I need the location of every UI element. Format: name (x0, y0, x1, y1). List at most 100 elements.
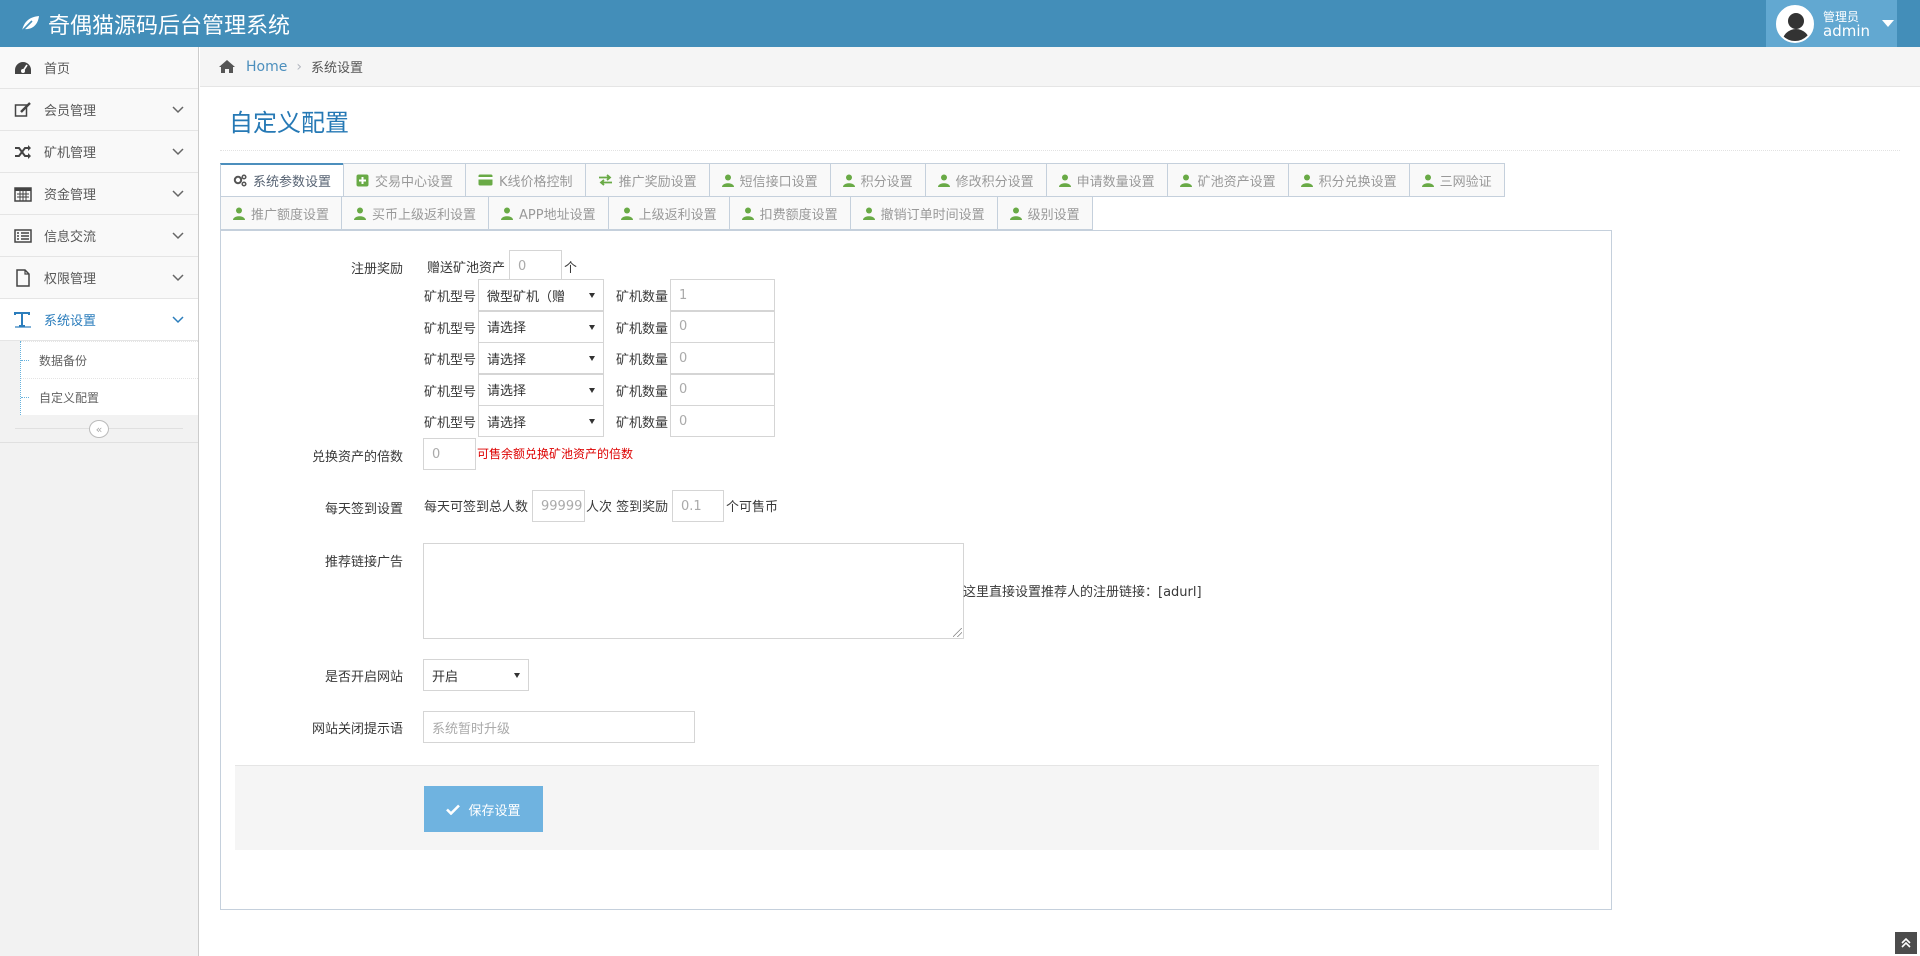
machine-count-input[interactable]: 0 (670, 310, 775, 343)
tab-r2-6[interactable]: 级别设置 (996, 196, 1093, 230)
save-button[interactable]: 保存设置 (424, 786, 543, 832)
sidebar-item-label: 系统设置 (44, 314, 97, 329)
machine-model-select[interactable]: 请选择 (478, 310, 604, 343)
cogs-icon (233, 174, 247, 187)
machine-count-input[interactable]: 1 (670, 279, 775, 311)
referral-ad-hint: 这里直接设置推荐人的注册链接：[adurl] (963, 585, 1202, 600)
dashboard-icon (12, 60, 34, 76)
resize-grip-icon[interactable] (953, 628, 962, 637)
tab-r2-2[interactable]: APP地址设置 (488, 196, 609, 230)
user-name: admin (1823, 21, 1870, 40)
page-title: 自定义配置 (229, 109, 349, 137)
breadcrumb: Home › 系统设置 (200, 47, 1920, 87)
machine-model-value: 微型矿机（赠 (487, 289, 566, 305)
sidebar-item-permissions[interactable]: 权限管理 (0, 257, 198, 299)
dropdown-arrow-icon (589, 387, 595, 393)
user-icon (1421, 174, 1434, 187)
chevron-down-icon (172, 313, 184, 328)
machine-model-select[interactable]: 请选择 (478, 342, 604, 374)
machine-model-select[interactable]: 微型矿机（赠 (478, 279, 604, 311)
chevron-down-icon (172, 271, 184, 286)
tab-label: 撤销订单时间设置 (880, 207, 985, 223)
tab-label: 申请数量设置 (1076, 174, 1155, 190)
close-message-input[interactable]: 系统暂时升级 (423, 711, 695, 743)
machine-model-value: 请选择 (487, 321, 527, 336)
tab-r1-7[interactable]: 申请数量设置 (1045, 163, 1168, 197)
text-icon (12, 311, 34, 328)
gift-label: 赠送矿池资产 (427, 261, 506, 276)
user-icon (233, 207, 245, 220)
exchange-multiple-hint: 可售余额兑换矿池资产的倍数 (477, 447, 634, 461)
tab-r1-10[interactable]: 三网验证 (1408, 163, 1505, 197)
caret-down-icon (1882, 20, 1894, 27)
sidebar-item-miners[interactable]: 矿机管理 (0, 131, 198, 173)
double-chevron-left-icon[interactable]: « (89, 420, 109, 438)
save-button-label: 保存设置 (468, 803, 521, 819)
machine-count-input[interactable]: 0 (670, 373, 775, 406)
gift-assets-input[interactable]: 0 (509, 250, 562, 282)
machine-model-label: 矿机型号 (424, 416, 477, 431)
tab-r1-9[interactable]: 积分兑换设置 (1287, 163, 1410, 197)
sidebar-item-home[interactable]: 首页 (0, 47, 198, 89)
user-icon (1300, 174, 1313, 187)
referral-ad-textarea[interactable] (423, 543, 964, 639)
tab-label: APP地址设置 (519, 207, 596, 223)
breadcrumb-home-link[interactable]: Home (246, 59, 287, 75)
dropdown-arrow-icon (589, 293, 595, 298)
checkin-total-input[interactable]: 99999 (532, 490, 585, 522)
tab-r2-0[interactable]: 推广额度设置 (220, 196, 343, 230)
exchange-multiple-label: 兑换资产的倍数 (311, 450, 403, 465)
machine-count-input[interactable]: 0 (670, 342, 775, 374)
brand[interactable]: 奇偶猫源码后台管理系统 (20, 0, 290, 47)
machine-count-input[interactable]: 0 (670, 405, 775, 437)
tab-r1-2[interactable]: K线价格控制 (465, 163, 586, 197)
tab-r2-1[interactable]: 买币上级返利设置 (341, 196, 490, 230)
machine-count-label: 矿机数量 (616, 416, 669, 431)
tab-r2-5[interactable]: 撤销订单时间设置 (849, 196, 998, 230)
tab-r1-4[interactable]: 短信接口设置 (708, 163, 831, 197)
check-icon (446, 804, 461, 815)
machine-model-select[interactable]: 请选择 (478, 373, 604, 406)
tab-label: 系统参数设置 (253, 175, 332, 190)
tab-r1-5[interactable]: 积分设置 (829, 163, 926, 197)
gift-unit: 个 (564, 261, 578, 276)
tab-label: 买币上级返利设置 (372, 207, 477, 223)
scroll-to-top-button[interactable] (1895, 932, 1917, 954)
sidebar-item-funds[interactable]: 资金管理 (0, 173, 198, 215)
checkin-mid: 人次 签到奖励 (586, 500, 669, 515)
random-icon (12, 144, 34, 160)
sidebar-subitem-backup[interactable]: 数据备份 (21, 341, 198, 378)
tab-label: K线价格控制 (499, 174, 573, 190)
tab-r1-8[interactable]: 矿池资产设置 (1166, 163, 1289, 197)
checkin-suffix: 个可售币 (726, 500, 779, 515)
sidebar-item-messages[interactable]: 信息交流 (0, 215, 198, 257)
exchange-multiple-input[interactable]: 0 (423, 438, 476, 470)
tab-label: 交易中心设置 (375, 174, 454, 190)
machine-model-value: 请选择 (487, 384, 527, 399)
sidebar-item-settings[interactable]: 系统设置 (0, 299, 198, 341)
tab-label: 推广额度设置 (251, 207, 330, 223)
tab-r1-1[interactable]: 交易中心设置 (343, 163, 467, 197)
dropdown-arrow-icon (514, 673, 520, 678)
sidebar-subitem-label: 数据备份 (39, 353, 88, 368)
checkin-reward-input[interactable]: 0.1 (672, 490, 724, 522)
user-menu[interactable]: 管理员 admin (1766, 0, 1897, 47)
tab-r1-6[interactable]: 修改积分设置 (924, 163, 1047, 197)
exchange-icon (598, 174, 613, 186)
machine-model-select[interactable]: 请选择 (478, 405, 604, 437)
referral-ad-label: 推荐链接广告 (324, 555, 403, 570)
dropdown-arrow-icon (589, 419, 595, 424)
sidebar-subitem-custom-config[interactable]: 自定义配置 (21, 378, 198, 415)
tab-r1-3[interactable]: 推广奖励设置 (584, 163, 710, 197)
list-icon (12, 228, 34, 244)
checkin-prefix: 每天可签到总人数 (424, 500, 529, 515)
user-icon (721, 174, 734, 187)
tab-r2-3[interactable]: 上级返利设置 (607, 196, 730, 230)
site-open-select[interactable]: 开启 (423, 659, 529, 691)
double-chevron-up-icon (1901, 938, 1911, 948)
user-icon (620, 207, 633, 220)
tab-r1-0[interactable]: 系统参数设置 (220, 163, 345, 197)
sidebar-item-members[interactable]: 会员管理 (0, 89, 198, 131)
tab-r2-4[interactable]: 扣费额度设置 (728, 196, 851, 230)
chevron-down-icon (172, 187, 184, 202)
